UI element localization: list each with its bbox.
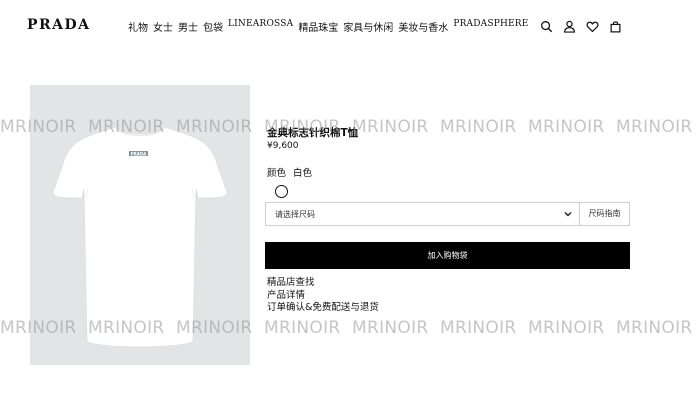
nav-item-women[interactable]: 女士 xyxy=(153,19,173,34)
color-value: 白色 xyxy=(293,168,313,179)
header-icons xyxy=(540,20,622,33)
size-select-placeholder: 请选择尺码 xyxy=(275,210,315,219)
nav-item-gifts[interactable]: 礼物 xyxy=(128,19,148,34)
brand-logo[interactable]: PRADA xyxy=(27,17,91,33)
heart-icon[interactable] xyxy=(586,20,599,33)
nav-item-bags[interactable]: 包袋 xyxy=(203,19,223,34)
color-label: 颜色 xyxy=(267,168,287,179)
nav-item-beauty[interactable]: 美妆与香水 xyxy=(398,19,448,34)
nav-item-linearossa[interactable]: LINEAROSSA xyxy=(228,19,293,34)
add-to-bag-button[interactable]: 加入购物袋 xyxy=(265,242,630,269)
shirt-logo-text: PRADA xyxy=(131,151,147,156)
color-swatch-white[interactable] xyxy=(275,185,288,198)
product-image[interactable]: PRADA xyxy=(30,85,250,365)
watermark-text: MRINOIR xyxy=(528,117,605,137)
nav-item-men[interactable]: 男士 xyxy=(178,19,198,34)
nav-item-fine-jewelry[interactable]: 精品珠宝 xyxy=(298,19,338,34)
product-title: 金典标志针织棉T恤 xyxy=(267,127,359,139)
shipping-returns-link[interactable]: 订单确认&免费配送与退货 xyxy=(267,302,379,315)
store-locator-link[interactable]: 精品店查找 xyxy=(267,277,379,290)
size-guide-button[interactable]: 尺码指南 xyxy=(580,202,630,226)
search-icon[interactable] xyxy=(540,20,553,33)
shopping-bag-icon[interactable] xyxy=(609,20,622,33)
watermark-text: MRINOIR xyxy=(440,318,517,338)
watermark-text: MRINOIR xyxy=(616,117,693,137)
watermark-text: MRINOIR xyxy=(264,318,341,338)
watermark-text: MRINOIR xyxy=(352,318,429,338)
watermark-text: MRINOIR xyxy=(616,318,693,338)
t-shirt-photo: PRADA xyxy=(52,126,228,348)
size-select[interactable]: 请选择尺码 xyxy=(265,202,580,226)
site-header: PRADA 礼物 女士 男士 包袋 LINEAROSSA 精品珠宝 家具与休闲 … xyxy=(0,0,700,52)
product-price: ¥9,600 xyxy=(267,141,299,151)
main-nav: 礼物 女士 男士 包袋 LINEAROSSA 精品珠宝 家具与休闲 美妆与香水 … xyxy=(128,19,529,34)
watermark-text: MRINOIR xyxy=(528,318,605,338)
color-row: 颜色 白色 xyxy=(267,165,312,179)
chevron-down-icon xyxy=(564,212,572,217)
watermark-text: MRINOIR xyxy=(352,117,429,137)
product-details-link[interactable]: 产品详情 xyxy=(267,290,379,303)
user-icon[interactable] xyxy=(563,20,576,33)
nav-item-home-leisure[interactable]: 家具与休闲 xyxy=(343,19,393,34)
product-links: 精品店查找 产品详情 订单确认&免费配送与退货 xyxy=(267,277,379,315)
nav-item-pradasphere[interactable]: PRADASPHERE xyxy=(453,19,528,34)
watermark-text: MRINOIR xyxy=(440,117,517,137)
